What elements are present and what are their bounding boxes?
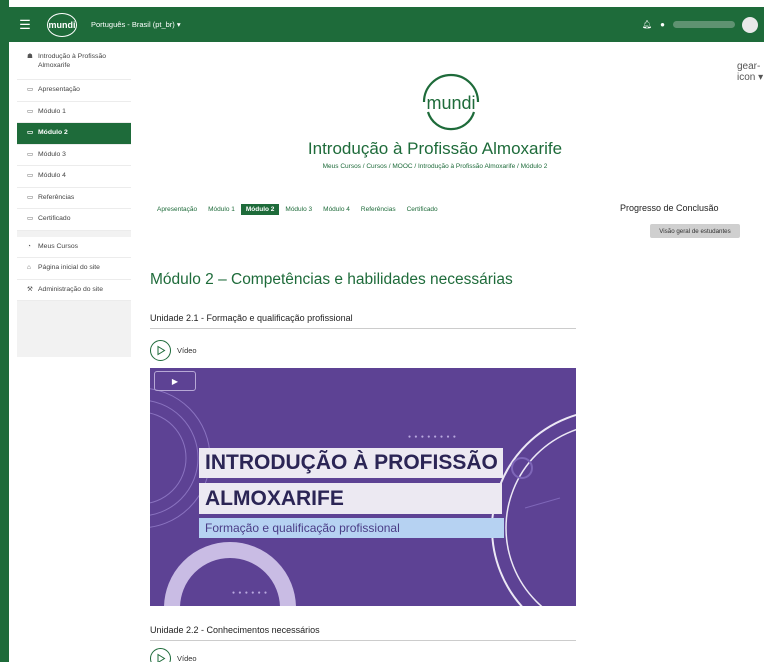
folder-icon: ▭ (27, 86, 34, 93)
module-nav: Apresentação Módulo 1 Módulo 2 Módulo 3 … (152, 204, 444, 215)
thumbnail-title-line-2: ALMOXARIFE (199, 483, 502, 514)
sidebar-item-label: Meus Cursos (38, 242, 79, 250)
site-logo-text: mundi (48, 19, 76, 30)
language-selector[interactable]: Português - Brasil (pt_br) ▾ (91, 20, 181, 29)
tab-modulo-4[interactable]: Módulo 4 (318, 204, 355, 215)
folder-icon: ▭ (27, 129, 34, 136)
folder-icon: ▭ (27, 215, 34, 222)
sidebar-course-group: ☗ Introdução à Profissão Almoxarife ▭ Ap… (17, 47, 131, 231)
tab-apresentacao[interactable]: Apresentação (152, 204, 202, 215)
video-thumbnail[interactable]: ▶ ● ● ● ● ● ● ● ● ● ● ● ● ● ● INTRODUÇÃO… (150, 368, 576, 606)
sidebar-item-label: Página inicial do site (38, 264, 100, 271)
sidebar-item-certificado[interactable]: ▭ Certificado (17, 209, 131, 231)
folder-icon: ▭ (27, 107, 34, 115)
breadcrumb[interactable]: Meus Cursos / Cursos / MOOC / Introdução… (150, 163, 720, 170)
sidebar-site-group: ◔ Meus Cursos ⌂ Página inicial do site ⚒… (17, 236, 131, 301)
play-circle-icon (150, 340, 171, 361)
sidebar-item-label: Módulo 4 (38, 172, 66, 179)
tab-modulo-2[interactable]: Módulo 2 (240, 204, 280, 215)
play-circle-icon (150, 648, 171, 662)
top-navbar: ☰ mundi Português - Brasil (pt_br) ▾ 🔔︎ … (9, 7, 764, 42)
video-link[interactable]: Vídeo (150, 648, 197, 662)
sidebar-item-label: Introdução à Profissão Almoxarife (38, 53, 107, 69)
sidebar-item-modulo-1[interactable]: ▭ Módulo 1 (17, 102, 131, 123)
sidebar-item-referencias[interactable]: ▭ Referências (17, 188, 131, 209)
sidebar-item-label: Módulo 3 (38, 150, 66, 158)
page-title: Introdução à Profissão Almoxarife (307, 139, 563, 158)
sidebar-item-modulo-2[interactable]: ▭ Módulo 2 (17, 123, 131, 145)
avatar[interactable] (742, 16, 758, 33)
play-icon[interactable]: ▶ (154, 371, 196, 391)
dots-decoration: ● ● ● ● ● ● ● ● (408, 434, 457, 440)
sidebar-item-label: Módulo 2 (38, 129, 68, 136)
graduation-cap-icon: ☗ (27, 53, 33, 60)
tab-referencias[interactable]: Referências (356, 204, 401, 215)
gear-icon[interactable]: gear-icon ▾ (737, 61, 769, 83)
student-overview-button[interactable]: Visão geral de estudantes (650, 224, 740, 238)
sidebar-item-course[interactable]: ☗ Introdução à Profissão Almoxarife (17, 47, 131, 80)
user-name[interactable] (673, 21, 735, 28)
site-logo[interactable]: mundi (47, 12, 77, 37)
unit-title: Unidade 2.1 - Formação e qualificação pr… (150, 313, 576, 329)
folder-icon: ▭ (27, 193, 34, 201)
folder-icon: ▭ (27, 150, 34, 158)
section-title: Módulo 2 – Competências e habilidades ne… (150, 271, 513, 288)
sidebar-item-modulo-4[interactable]: ▭ Módulo 4 (17, 166, 131, 188)
hamburger-icon[interactable]: ☰ (11, 17, 39, 33)
course-sidebar: ☗ Introdução à Profissão Almoxarife ▭ Ap… (17, 47, 131, 357)
tab-modulo-1[interactable]: Módulo 1 (203, 204, 240, 215)
sidebar-item-label: Apresentação (38, 86, 80, 93)
sidebar-item-label: Certificado (38, 215, 71, 222)
progress-title: Progresso de Conclusão (620, 203, 719, 213)
video-label: Vídeo (177, 654, 197, 662)
video-label: Vídeo (177, 346, 197, 355)
sidebar-item-meus-cursos[interactable]: ◔ Meus Cursos (17, 237, 131, 258)
chat-icon[interactable]: ● (660, 20, 665, 29)
thumbnail-subtitle: Formação e qualificação profissional (199, 518, 504, 538)
course-logo: mundi (418, 72, 484, 132)
sidebar-item-label: Módulo 1 (38, 107, 66, 115)
sidebar-item-apresentacao[interactable]: ▭ Apresentação (17, 80, 131, 102)
sidebar-item-label: Referências (38, 193, 75, 201)
sidebar-item-pagina-inicial[interactable]: ⌂ Página inicial do site (17, 258, 131, 280)
folder-icon: ▭ (27, 172, 34, 179)
dots-decoration-bottom: ● ● ● ● ● ● (232, 590, 269, 596)
thumbnail-title-line-1: INTRODUÇÃO À PROFISSÃO (199, 448, 503, 478)
tab-certificado[interactable]: Certificado (402, 204, 443, 215)
home-icon: ⌂ (27, 264, 31, 271)
dashboard-icon: ◔ (27, 242, 31, 250)
video-link[interactable]: Vídeo (150, 340, 197, 361)
left-edge-rail (0, 0, 9, 662)
course-logo-text: mundi (426, 93, 475, 113)
unit-title: Unidade 2.2 - Conhecimentos necessários (150, 625, 576, 641)
tab-modulo-3[interactable]: Módulo 3 (280, 204, 317, 215)
bell-icon[interactable]: 🔔︎ (642, 20, 652, 29)
sidebar-item-administracao[interactable]: ⚒ Administração do site (17, 280, 131, 301)
sidebar-item-label: Administração do site (38, 285, 103, 293)
wrench-icon: ⚒ (27, 285, 33, 293)
sidebar-item-modulo-3[interactable]: ▭ Módulo 3 (17, 145, 131, 166)
